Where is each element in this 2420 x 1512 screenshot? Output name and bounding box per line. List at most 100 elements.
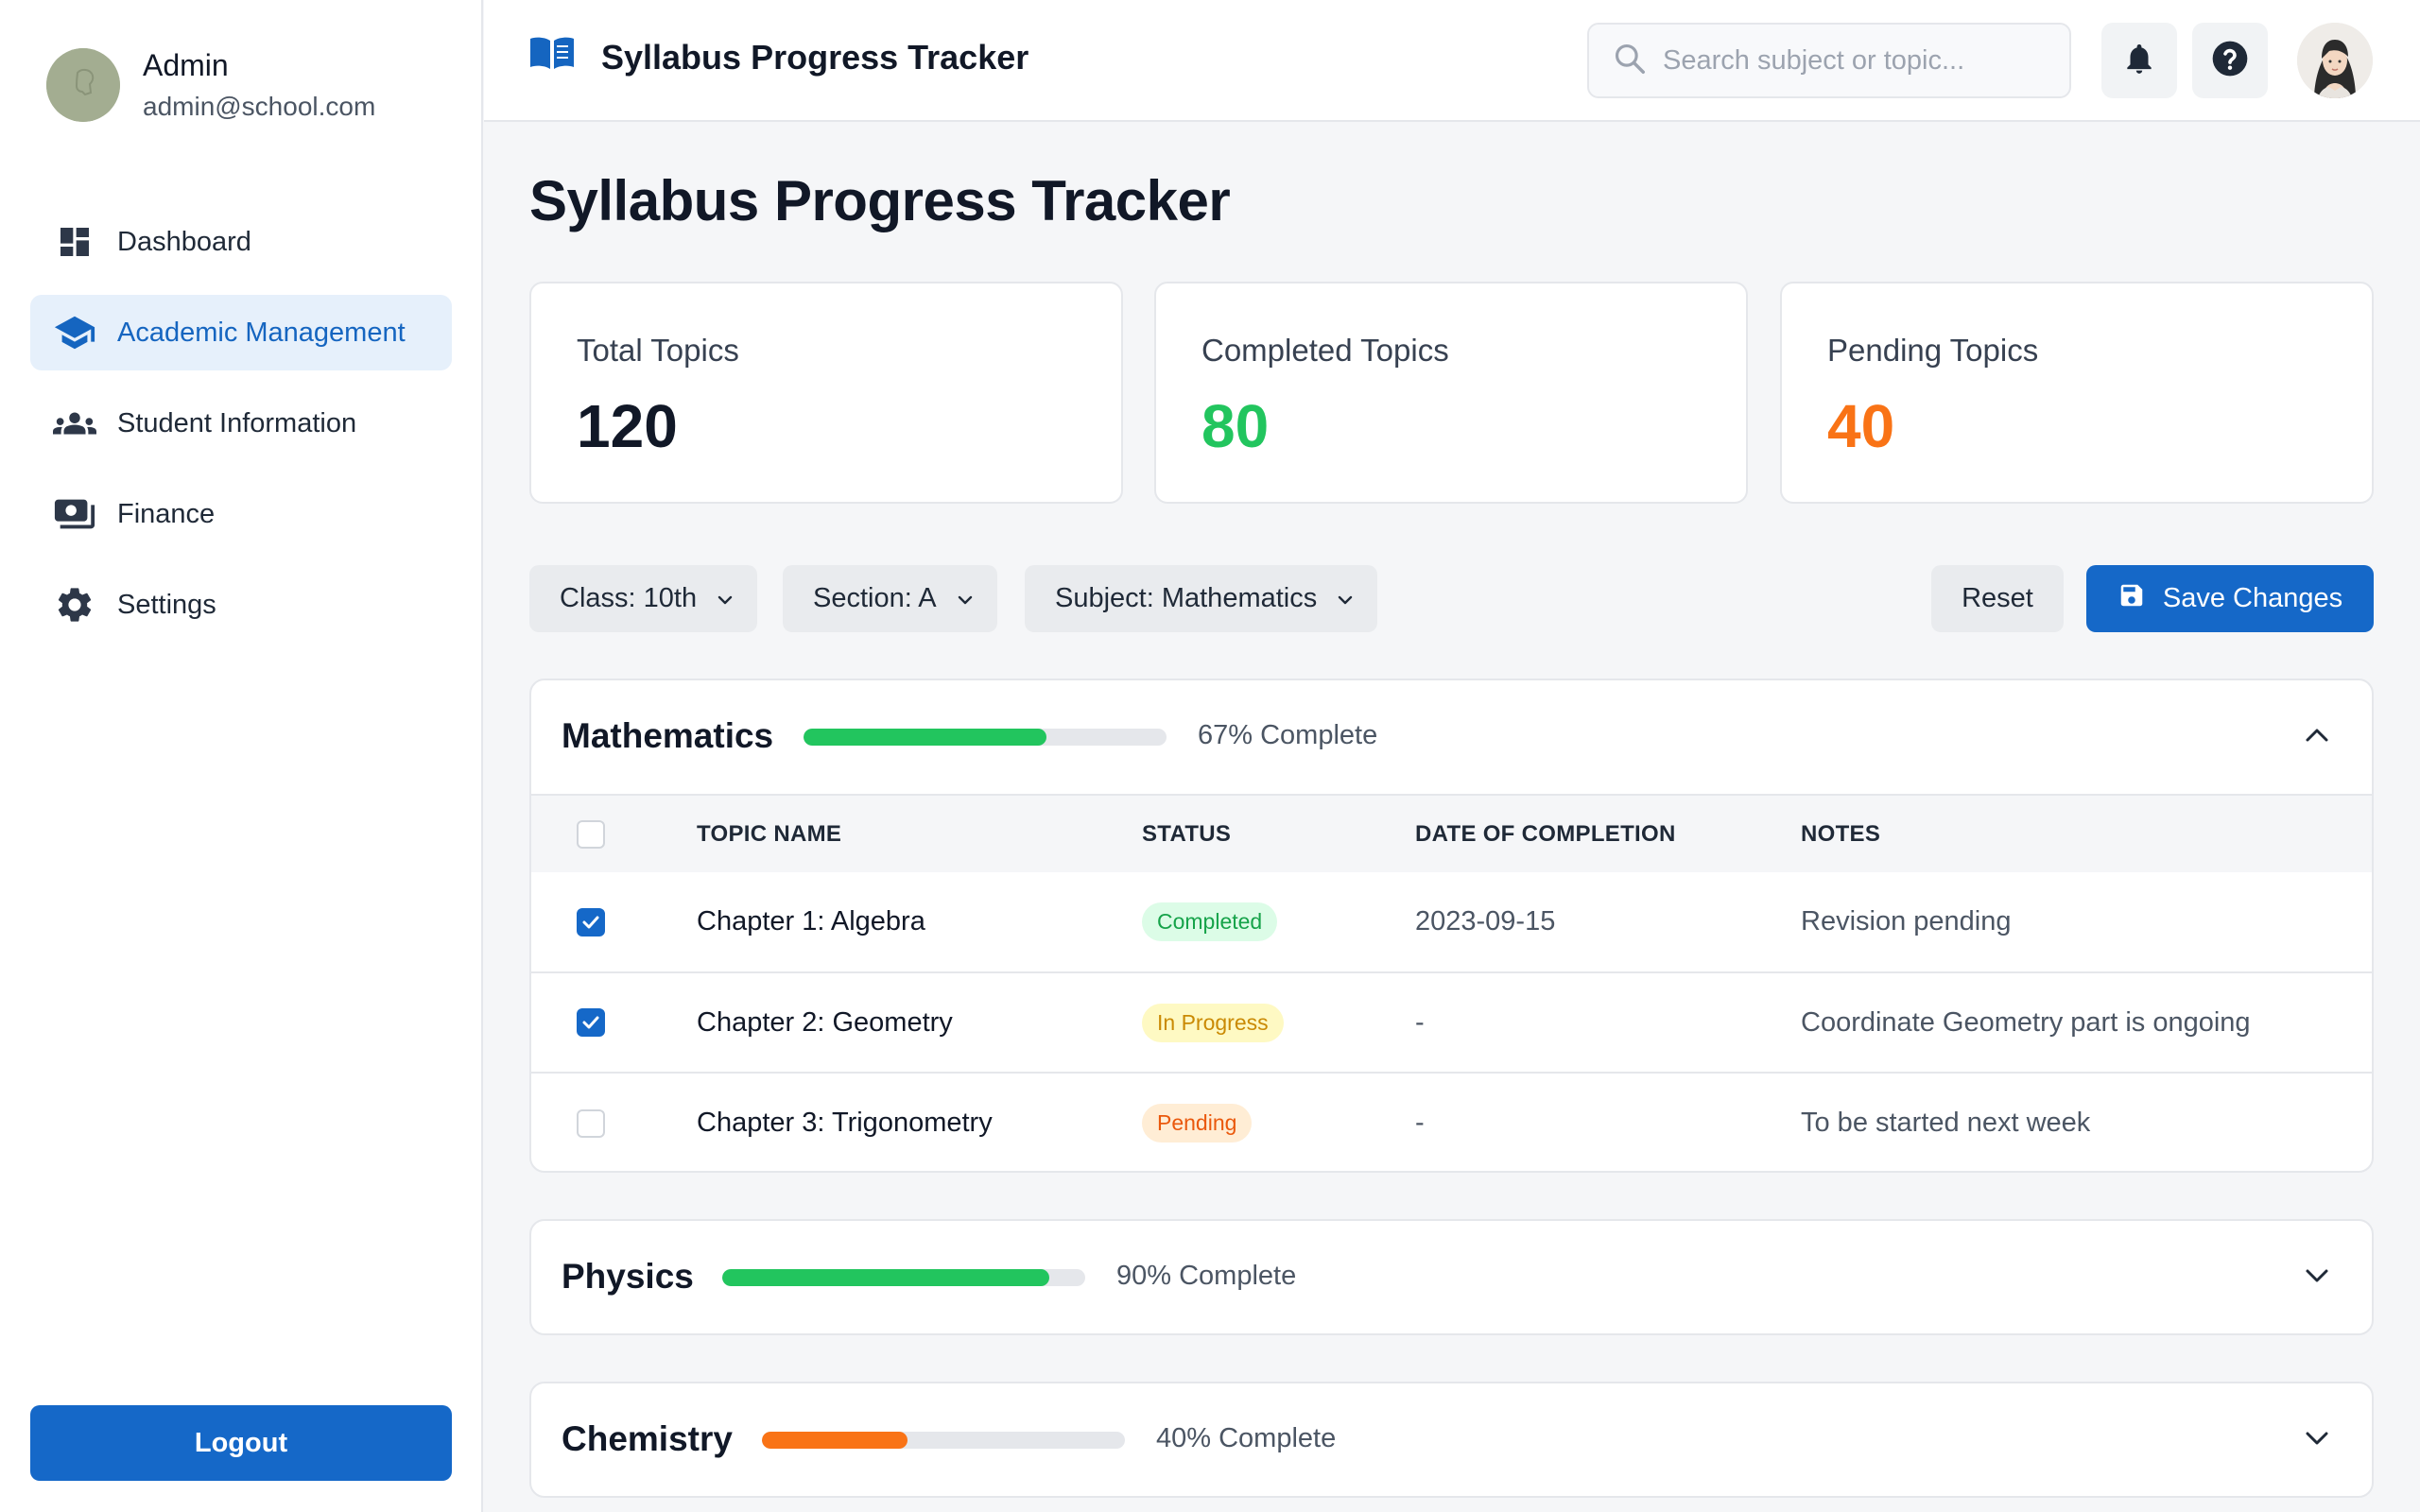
expand-button[interactable] [2302,1425,2332,1455]
sidebar-item-dashboard[interactable]: Dashboard [30,204,452,280]
profile-email: admin@school.com [143,92,376,121]
subject-header[interactable]: Mathematics 67% Complete [531,680,2372,794]
column-header-notes[interactable]: NOTES [1801,795,2372,872]
help-icon [2209,38,2251,84]
expand-button[interactable] [2302,1263,2332,1293]
help-button[interactable] [2192,23,2268,98]
search-icon [1612,41,1648,81]
bell-icon [2121,40,2157,82]
column-header-topic[interactable]: TOPIC NAME [697,795,1142,872]
sidebar-item-student-information[interactable]: Student Information [30,386,452,461]
save-icon [2118,581,2146,617]
subject-header[interactable]: Physics 90% Complete [531,1221,2372,1333]
completion-date: 2023-09-15 [1415,906,1556,936]
search-box[interactable] [1587,23,2071,98]
status-badge: In Progress [1142,1003,1284,1042]
notifications-button[interactable] [2101,23,2177,98]
subject-name: Chemistry [562,1419,733,1458]
row-checkbox[interactable] [577,1108,605,1138]
row-checkbox[interactable] [577,1008,605,1037]
stat-card-total: Total Topics 120 [529,282,1123,504]
subject-name: Mathematics [562,716,774,755]
user-avatar[interactable] [2297,23,2373,98]
progress-fill [762,1432,908,1449]
sidebar-item-label: Settings [117,589,216,620]
save-changes-label: Save Changes [2162,583,2343,613]
chevron-down-icon [716,583,735,614]
check-icon [582,916,599,928]
profile-name: Admin [143,48,229,82]
user-silhouette-icon [46,48,120,122]
stat-card-pending: Pending Topics 40 [1780,282,2374,504]
money-icon [53,492,96,536]
sidebar-item-label: Finance [117,498,216,529]
chevron-down-icon [956,583,975,614]
chevron-down-icon [2304,1267,2330,1289]
progress-label: 40% Complete [1156,1423,1337,1453]
stat-card-completed: Completed Topics 80 [1154,282,1748,504]
topic-name: Chapter 3: Trigonometry [697,1108,993,1138]
progress-fill [722,1269,1049,1286]
sidebar-item-settings[interactable]: Settings [30,567,452,643]
stat-label: Pending Topics [1827,333,2039,368]
sidebar-item-label: Academic Management [117,317,406,348]
stat-value: 80 [1201,392,1270,460]
sidebar-nav: Dashboard Academic Management Student In… [30,204,452,658]
book-icon [529,36,575,78]
progress-label: 90% Complete [1116,1261,1297,1291]
select-all-checkbox[interactable] [577,819,605,849]
progress-bar [722,1269,1085,1286]
progress-bar [762,1432,1125,1449]
sidebar-item-finance[interactable]: Finance [30,476,452,552]
completion-date: - [1415,1006,1425,1038]
chevron-down-icon [1336,583,1355,614]
avatar[interactable] [46,48,120,122]
page-title: Syllabus Progress Tracker [529,169,1231,232]
profile: Admin admin@school.com [46,48,375,122]
progress-label: 67% Complete [1198,720,1378,750]
status-badge: Pending [1142,1104,1253,1143]
logout-button[interactable]: Logout [30,1405,452,1481]
completion-date: - [1415,1108,1425,1138]
dashboard-icon [53,220,96,264]
subject-card-mathematics: Mathematics 67% Complete TOPIC NAME STAT… [529,679,2374,1173]
user-portrait-icon [2297,23,2373,98]
subject-select[interactable]: Subject: Mathematics [1025,565,1378,632]
subject-card-chemistry: Chemistry 40% Complete [529,1382,2374,1498]
chevron-up-icon [2304,727,2330,748]
progress-bar [804,729,1167,746]
row-checkbox[interactable] [577,907,605,936]
gear-icon [53,583,96,627]
table-header-row: TOPIC NAME STATUS DATE OF COMPLETION NOT… [531,795,2372,872]
subject-name: Physics [562,1257,694,1296]
sidebar-item-label: Student Information [117,407,357,438]
column-header-status[interactable]: STATUS [1142,795,1415,872]
topic-notes: To be started next week [1801,1108,2091,1138]
section-select[interactable]: Section: A [783,565,997,632]
topic-name: Chapter 1: Algebra [697,906,925,936]
save-changes-button[interactable]: Save Changes [2086,565,2374,632]
subject-header[interactable]: Chemistry 40% Complete [531,1383,2372,1496]
stat-label: Total Topics [577,333,739,368]
topic-notes: Coordinate Geometry part is ongoing [1801,1006,2251,1038]
section-select-value: Section: A [813,583,937,613]
chevron-down-icon [2304,1430,2330,1452]
stat-value: 40 [1827,392,1895,460]
collapse-button[interactable] [2302,722,2332,752]
class-select-value: Class: 10th [560,583,698,613]
search-input[interactable] [1663,44,2041,77]
column-header-date[interactable]: DATE OF COMPLETION [1415,795,1801,872]
table-row[interactable]: Chapter 1: Algebra Completed 2023-09-15 … [531,872,2372,972]
sidebar-item-label: Dashboard [117,226,251,257]
stat-label: Completed Topics [1201,333,1449,368]
topic-name: Chapter 2: Geometry [697,1006,953,1038]
table-row[interactable]: Chapter 2: Geometry In Progress - Coordi… [531,972,2372,1073]
top-bar: Syllabus Progress Tracker [484,0,2420,122]
sidebar-item-academic-management[interactable]: Academic Management [30,295,452,370]
progress-fill [804,729,1047,746]
app-title: Syllabus Progress Tracker [601,37,1029,77]
table-row[interactable]: Chapter 3: Trigonometry Pending - To be … [531,1073,2372,1171]
stat-value: 120 [577,392,678,460]
class-select[interactable]: Class: 10th [529,565,758,632]
reset-button[interactable]: Reset [1931,565,2064,632]
